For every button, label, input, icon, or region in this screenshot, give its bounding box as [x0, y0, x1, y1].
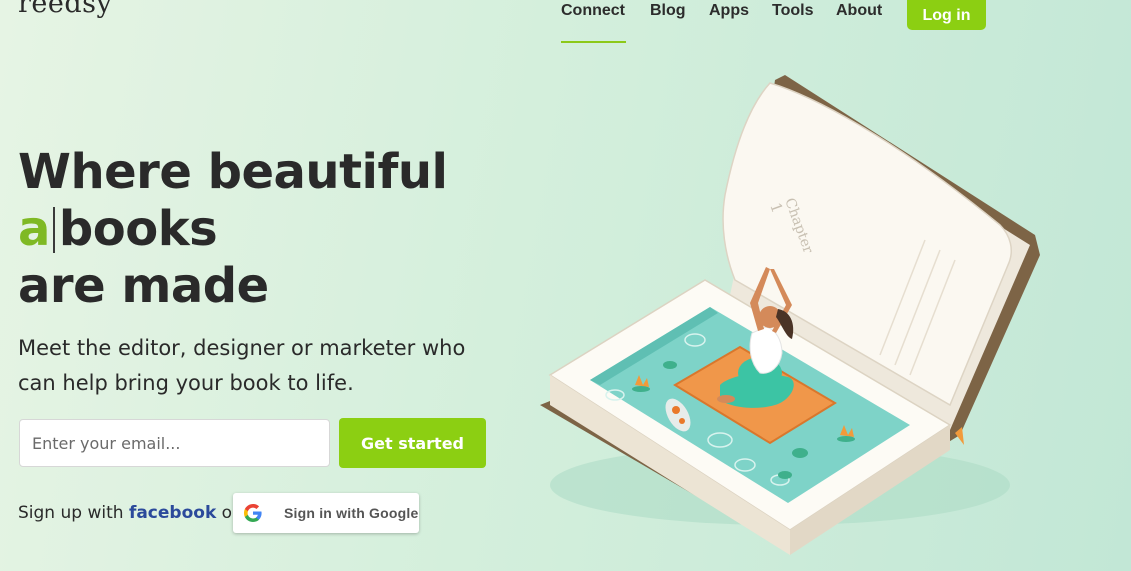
- hero-subtitle: Meet the editor, designer or marketer wh…: [18, 336, 466, 395]
- nav-blog[interactable]: Blog: [650, 2, 686, 20]
- signup-prefix: Sign up with: [18, 503, 124, 523]
- hero-headline: Where beautiful a books are made: [18, 144, 448, 315]
- headline-books: books: [58, 201, 218, 257]
- google-signin-button[interactable]: Sign in with Google: [233, 493, 419, 533]
- social-signup: Sign up with facebook or: [18, 503, 239, 523]
- google-signin-label: Sign in with Google: [284, 505, 419, 521]
- typing-cursor: [52, 207, 55, 253]
- headline-line-2: a books: [18, 201, 448, 258]
- headline-line-1: Where beautiful: [18, 144, 448, 200]
- active-nav-indicator: [561, 41, 626, 43]
- headline-line-3: are made: [18, 258, 269, 314]
- nav-about[interactable]: About: [836, 2, 882, 20]
- nav-tools[interactable]: Tools: [772, 2, 813, 20]
- get-started-button[interactable]: Get started: [339, 418, 486, 468]
- facebook-signup-link[interactable]: facebook: [129, 503, 216, 523]
- google-icon: [244, 504, 262, 522]
- nav-connect[interactable]: Connect: [561, 2, 625, 20]
- book-illustration: 1 Chapter: [540, 75, 1040, 555]
- typed-word: a: [18, 201, 50, 257]
- login-button[interactable]: Log in: [907, 0, 986, 30]
- nav-apps[interactable]: Apps: [709, 2, 749, 20]
- top-nav: Connect Blog Apps Tools About Log in: [0, 0, 1131, 50]
- email-input[interactable]: [19, 419, 330, 467]
